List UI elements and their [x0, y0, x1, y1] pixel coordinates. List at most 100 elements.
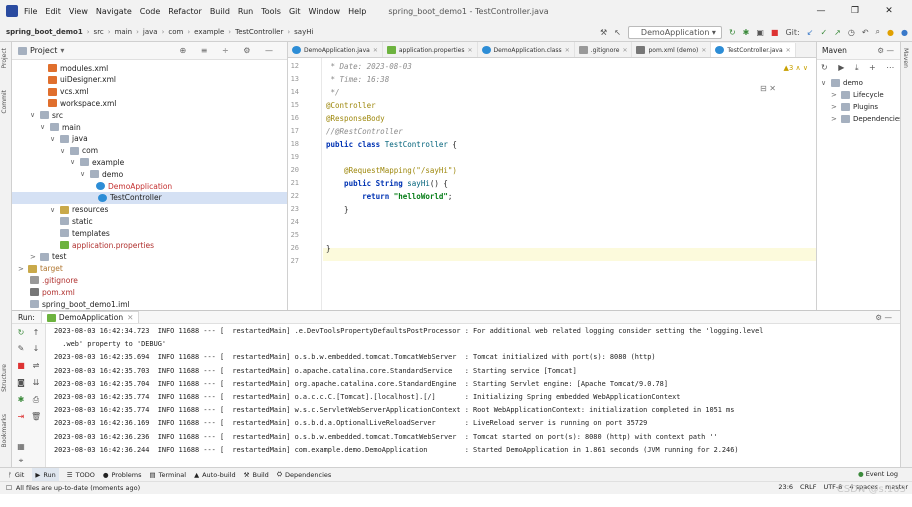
close-icon[interactable]: ✕ [622, 47, 627, 54]
console-line[interactable]: 2023-08-03 16:42:36.236 INFO 11688 --- [… [54, 433, 718, 441]
code-line[interactable]: public String sayHi() { [326, 179, 448, 188]
close-icon[interactable]: ✕ [127, 313, 133, 322]
tree-item[interactable]: modules.xml [48, 62, 108, 74]
code-line[interactable]: @RequestMapping("/sayHi") [326, 166, 457, 175]
run-config-select[interactable]: DemoApplication ▾ [627, 25, 722, 39]
tree-item[interactable]: templates [60, 227, 110, 239]
tree-item[interactable]: ∨ main [40, 121, 81, 133]
menu-item-refactor[interactable]: Refactor [168, 7, 202, 16]
line-separator[interactable]: CRLF [800, 483, 816, 491]
editor-tab[interactable]: DemoApplication.java ✕ [288, 42, 383, 57]
expand-arrow-icon[interactable]: ∨ [821, 79, 831, 87]
rerun-icon[interactable]: ↻ [729, 28, 736, 37]
close-icon[interactable]: ✕ [872, 6, 906, 16]
console-line[interactable]: 2023-08-03 16:42:36.169 INFO 11688 --- [… [54, 419, 647, 427]
code-line[interactable]: return "helloWorld"; [326, 192, 452, 201]
stop-icon[interactable]: ■ [16, 361, 26, 371]
tree-item[interactable]: .gitignore [30, 274, 78, 286]
tree-item[interactable]: DemoApplication [96, 180, 172, 192]
maven-tool-tab[interactable]: Maven [902, 48, 909, 68]
expand-arrow-icon[interactable]: > [831, 91, 841, 99]
status-message[interactable]: All files are up-to-date (moments ago) [16, 484, 140, 492]
tree-item[interactable]: workspace.xml [48, 97, 116, 109]
layout-icon[interactable]: ▦ [16, 442, 26, 452]
project-title[interactable]: Project [30, 46, 57, 55]
code-line[interactable]: public class TestController { [326, 140, 457, 149]
bottom-tab-build[interactable]: ⚒ Build [244, 471, 269, 479]
close-icon[interactable]: ✕ [565, 47, 570, 54]
console-line[interactable]: 2023-08-03 16:42:35.774 INFO 11688 --- [… [54, 406, 734, 414]
git-update-icon[interactable]: ↙ [807, 28, 814, 37]
menu-item-help[interactable]: Help [348, 7, 366, 16]
editor-tab[interactable]: .gitignore ✕ [575, 42, 633, 57]
close-icon[interactable]: ✕ [468, 47, 473, 54]
console-line[interactable]: 2023-08-03 16:42:36.244 INFO 11688 --- [… [54, 446, 739, 454]
breadcrumb-item[interactable]: spring_boot_demo1 [6, 28, 83, 36]
expand-arrow-icon[interactable]: ∨ [30, 111, 40, 119]
breadcrumb-item[interactable]: src [94, 28, 104, 36]
console-line[interactable]: 2023-08-03 16:42:35.774 INFO 11688 --- [… [54, 393, 680, 401]
event-log-button[interactable]: ● Event Log [858, 470, 898, 478]
tree-item[interactable]: ∨ java [50, 133, 88, 145]
menu-item-code[interactable]: Code [140, 7, 160, 16]
commit-tool-tab[interactable]: Commit [1, 90, 8, 114]
scroll-end-icon[interactable]: ⇊ [31, 378, 41, 388]
menu-item-build[interactable]: Build [210, 7, 230, 16]
menu-item-view[interactable]: View [69, 7, 88, 16]
breadcrumb-item[interactable]: example [194, 28, 224, 36]
reader-mode-icon[interactable]: ⊟ ✕ [760, 84, 776, 93]
console-line[interactable]: 2023-08-03 16:42:34.723 INFO 11688 --- [… [54, 327, 763, 335]
project-tool-tab[interactable]: Project [1, 48, 8, 69]
camera-icon[interactable]: ◙ [16, 378, 26, 388]
maven-tree-item[interactable]: > Plugins [831, 103, 878, 111]
run-tab[interactable]: DemoApplication ✕ [40, 311, 140, 323]
history-icon[interactable]: ◷ [848, 28, 855, 37]
minimize-icon[interactable]: — [804, 6, 838, 16]
expand-arrow-icon[interactable]: ∨ [60, 147, 70, 155]
tree-item[interactable]: ∨ src [30, 109, 63, 121]
code-line[interactable]: * Date: 2023-08-03 [326, 62, 412, 71]
menu-item-window[interactable]: Window [309, 7, 341, 16]
menu-item-navigate[interactable]: Navigate [96, 7, 132, 16]
tree-item[interactable]: application.properties [60, 239, 154, 251]
code-line[interactable]: * Time: 16:38 [326, 75, 390, 84]
editor-tab[interactable]: application.properties ✕ [383, 42, 478, 57]
expand-arrow-icon[interactable]: ∨ [80, 170, 90, 178]
expand-arrow-icon[interactable]: ∨ [50, 206, 60, 214]
console-line[interactable]: 2023-08-03 16:42:35.694 INFO 11688 --- [… [54, 353, 656, 361]
close-icon[interactable]: ✕ [701, 47, 706, 54]
debug-icon[interactable]: ✱ [16, 395, 26, 405]
tree-item[interactable]: uiDesigner.xml [48, 74, 116, 86]
menu-item-file[interactable]: File [24, 7, 37, 16]
expand-arrow-icon[interactable]: > [831, 103, 841, 111]
tree-item[interactable]: ∨ resources [50, 204, 108, 216]
run-settings-icon[interactable]: ⚙ — [875, 313, 892, 322]
menu-item-run[interactable]: Run [238, 7, 253, 16]
restore-icon[interactable]: ❐ [838, 6, 872, 16]
editor-tab[interactable]: pom.xml (demo) ✕ [632, 42, 712, 57]
tree-item[interactable]: vcs.xml [48, 86, 89, 98]
tree-item[interactable]: ∨ com [60, 145, 98, 157]
breadcrumb-item[interactable]: com [168, 28, 183, 36]
git-commit-icon[interactable]: ✓ [820, 28, 827, 37]
code-line[interactable]: //@RestController [326, 127, 403, 136]
tree-item[interactable]: TestController [12, 191, 287, 204]
soft-wrap-icon[interactable]: ⇌ [31, 361, 41, 371]
console-line[interactable]: .web' property to 'DEBUG' [54, 340, 166, 348]
maven-tree-item[interactable]: > Dependencies [831, 115, 903, 123]
close-icon[interactable]: ✕ [786, 47, 791, 54]
code-line[interactable]: */ [326, 88, 340, 97]
code-line[interactable]: } [326, 205, 349, 214]
expand-arrow-icon[interactable]: ∨ [70, 158, 80, 166]
expand-arrow-icon[interactable]: ∨ [40, 123, 50, 131]
caret-position[interactable]: 23:6 [778, 483, 793, 491]
tree-item[interactable]: > test [30, 251, 66, 263]
bottom-tab-dependencies[interactable]: ⛭ Dependencies [277, 470, 331, 479]
build-hammer-icon[interactable]: ⚒ [600, 28, 607, 37]
breadcrumb-item[interactable]: main [115, 28, 133, 36]
close-icon[interactable]: ✕ [373, 47, 378, 54]
editor-tab[interactable]: TestController.java ✕ [711, 43, 796, 57]
menu-item-tools[interactable]: Tools [261, 7, 281, 16]
bottom-tab-run[interactable]: ▶ Run [32, 468, 59, 481]
plugin-icon[interactable]: ● [901, 28, 908, 37]
